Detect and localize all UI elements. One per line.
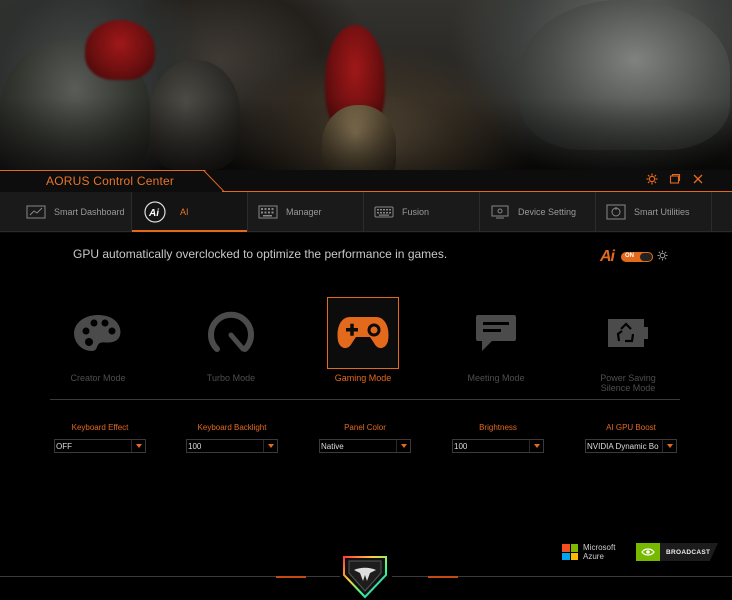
- divider: [50, 399, 680, 400]
- monitor-icon: [490, 204, 510, 220]
- aorus-emblem-icon: [340, 553, 390, 599]
- dashboard-icon: [26, 204, 46, 220]
- hero-banner: [0, 0, 732, 178]
- keyboard-backlight-select[interactable]: 100: [186, 439, 278, 453]
- svg-text:Ai: Ai: [148, 208, 159, 219]
- title-bar: AORUS Control Center: [0, 170, 732, 193]
- ai-logo: Ai: [600, 248, 615, 265]
- gamepad-icon: [327, 297, 399, 369]
- tab-label: Device Setting: [518, 207, 577, 217]
- chevron-down-icon: [396, 440, 410, 452]
- nvidia-broadcast-label: BROADCAST: [666, 548, 711, 556]
- select-value: Native: [321, 442, 344, 451]
- mode-label: Turbo Mode: [206, 373, 256, 383]
- select-value: OFF: [56, 442, 72, 451]
- microsoft-azure-badge: Microsoft Azure: [562, 543, 615, 561]
- active-tab-indicator: [132, 230, 247, 232]
- ai-settings-gear-icon[interactable]: [657, 250, 668, 264]
- mode-label: Creator Mode: [70, 373, 126, 383]
- microsoft-azure-text: Microsoft Azure: [583, 543, 615, 561]
- utilities-icon: [606, 204, 626, 220]
- chevron-down-icon: [529, 440, 543, 452]
- tab-label: Smart Utilities: [634, 207, 690, 217]
- app-title: AORUS Control Center: [46, 174, 175, 188]
- ai-icon: Ai: [144, 201, 166, 223]
- hero-shade: [0, 0, 732, 178]
- brightness-select[interactable]: 100: [452, 439, 544, 453]
- mode-label: Gaming Mode: [334, 373, 392, 383]
- mode-turbo[interactable]: Turbo Mode: [181, 297, 281, 383]
- tab-label: Smart Dashboard: [54, 207, 125, 217]
- setting-label: Panel Color: [344, 423, 386, 432]
- main-panel: GPU automatically overclocked to optimiz…: [0, 233, 732, 600]
- gear-icon[interactable]: [646, 173, 658, 185]
- setting-label: Brightness: [479, 423, 517, 432]
- mode-gaming[interactable]: Gaming Mode: [313, 297, 413, 383]
- ai-on-toggle[interactable]: ON: [621, 252, 653, 262]
- mode-label: Power Saving Silence Mode: [600, 373, 656, 393]
- setting-keyboard-effect: Keyboard Effect OFF: [54, 423, 146, 453]
- chat-icon: [460, 297, 532, 369]
- select-value: 100: [454, 442, 468, 451]
- nvidia-broadcast-badge: BROADCAST: [636, 543, 718, 561]
- panel-color-select[interactable]: Native: [319, 439, 411, 453]
- tab-smart-utilities[interactable]: Smart Utilities: [596, 192, 712, 232]
- bottom-accent-left: [276, 576, 306, 578]
- keyboard-grid-icon: [258, 204, 278, 220]
- tab-device-setting[interactable]: Device Setting: [480, 192, 596, 232]
- tab-smart-dashboard[interactable]: Smart Dashboard: [16, 192, 132, 232]
- setting-ai-gpu-boost: AI GPU Boost NVIDIA Dynamic Bo: [585, 423, 677, 453]
- setting-panel-color: Panel Color Native: [319, 423, 411, 453]
- select-value: 100: [188, 442, 202, 451]
- microsoft-label: Microsoft: [583, 543, 616, 552]
- speedometer-icon: [195, 297, 267, 369]
- mode-creator[interactable]: Creator Mode: [48, 297, 148, 383]
- setting-keyboard-backlight: Keyboard Backlight 100: [186, 423, 278, 453]
- keyboard-icon: [374, 204, 394, 220]
- tab-manager[interactable]: Manager: [248, 192, 364, 232]
- close-icon[interactable]: [692, 173, 704, 185]
- setting-label: Keyboard Backlight: [197, 423, 267, 432]
- mode-label: Meeting Mode: [467, 373, 525, 383]
- microsoft-logo-icon: [562, 544, 578, 560]
- nav-bar: Smart Dashboard Ai AI Manager Fusion Dev…: [0, 192, 732, 232]
- ai-gpu-boost-select[interactable]: NVIDIA Dynamic Bo: [585, 439, 677, 453]
- mode-meeting[interactable]: Meeting Mode: [446, 297, 546, 383]
- chevron-down-icon: [263, 440, 277, 452]
- tab-fusion[interactable]: Fusion: [364, 192, 480, 232]
- battery-recycle-icon: [592, 297, 664, 369]
- window-controls: [646, 173, 704, 185]
- setting-label: Keyboard Effect: [71, 423, 129, 432]
- chevron-down-icon: [131, 440, 145, 452]
- restore-icon[interactable]: [669, 173, 681, 185]
- toggle-knob: [640, 253, 652, 261]
- keyboard-effect-select[interactable]: OFF: [54, 439, 146, 453]
- mode-power-saving[interactable]: Power Saving Silence Mode: [578, 297, 678, 393]
- setting-label: AI GPU Boost: [606, 423, 656, 432]
- select-value: NVIDIA Dynamic Bo: [587, 442, 659, 451]
- ai-toggle-group: Ai ON: [600, 248, 668, 266]
- mode-description: GPU automatically overclocked to optimiz…: [73, 247, 448, 261]
- tab-ai[interactable]: Ai AI: [132, 192, 248, 232]
- bottom-accent-right: [428, 576, 458, 578]
- setting-brightness: Brightness 100: [452, 423, 544, 453]
- tab-label: Manager: [286, 207, 322, 217]
- chevron-down-icon: [662, 440, 676, 452]
- nvidia-logo-icon: [636, 543, 660, 561]
- tab-label: Fusion: [402, 207, 430, 217]
- toggle-state: ON: [625, 253, 634, 259]
- azure-label: Azure: [583, 552, 604, 561]
- tab-label: AI: [180, 207, 189, 217]
- palette-icon: [62, 297, 134, 369]
